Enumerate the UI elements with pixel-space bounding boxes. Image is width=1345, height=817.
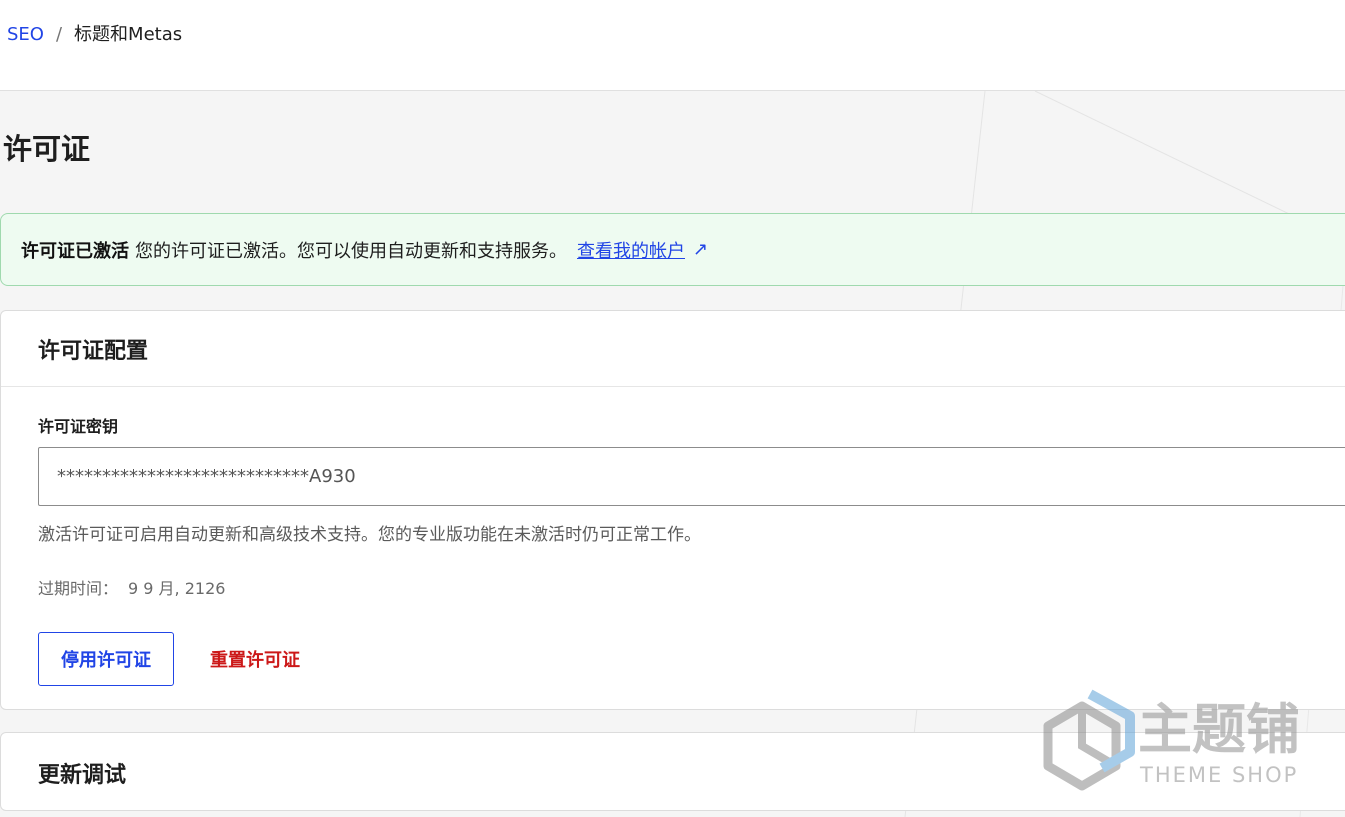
license-key-label: 许可证密钥 [38,417,119,436]
update-debug-header[interactable]: 更新调试 [1,733,1345,812]
breadcrumb: SEO / 标题和Metas [7,22,182,48]
expiry-label: 过期时间： [38,579,119,598]
license-config-header: 许可证配置 [1,311,1345,387]
license-help-text: 激活许可证可启用自动更新和高级技术支持。您的专业版功能在未激活时仍可正常工作。 [38,525,701,545]
notice-heading: 许可证已激活 [21,240,129,262]
breadcrumb-separator: / [55,24,63,45]
expiry-info: 过期时间： 9 9 月, 2126 [38,575,225,599]
external-link-icon[interactable]: ↗ [693,239,708,260]
deactivate-license-button[interactable]: 停用许可证 [38,632,174,686]
breadcrumb-seo-link[interactable]: SEO [7,24,44,45]
expiry-value: 9 9 月, 2126 [128,579,226,598]
view-account-link[interactable]: 查看我的帐户 [577,237,685,263]
license-config-card: 许可证配置 许可证密钥 激活许可证可启用自动更新和高级技术支持。您的专业版功能在… [0,310,1345,710]
license-key-input[interactable] [38,447,1345,506]
update-debug-title: 更新调试 [38,762,127,788]
update-debug-card[interactable]: 更新调试 [0,732,1345,811]
license-config-title: 许可证配置 [38,338,149,364]
license-active-notice: 许可证已激活 您的许可证已激活。您可以使用自动更新和支持服务。 查看我的帐户 ↗ [0,213,1345,286]
page-title: 许可证 [3,132,91,166]
breadcrumb-current: 标题和Metas [74,24,183,45]
notice-message: 您的许可证已激活。您可以使用自动更新和支持服务。 [135,240,567,262]
top-bar: SEO / 标题和Metas [0,0,1345,91]
reset-license-button[interactable]: 重置许可证 [198,632,312,686]
